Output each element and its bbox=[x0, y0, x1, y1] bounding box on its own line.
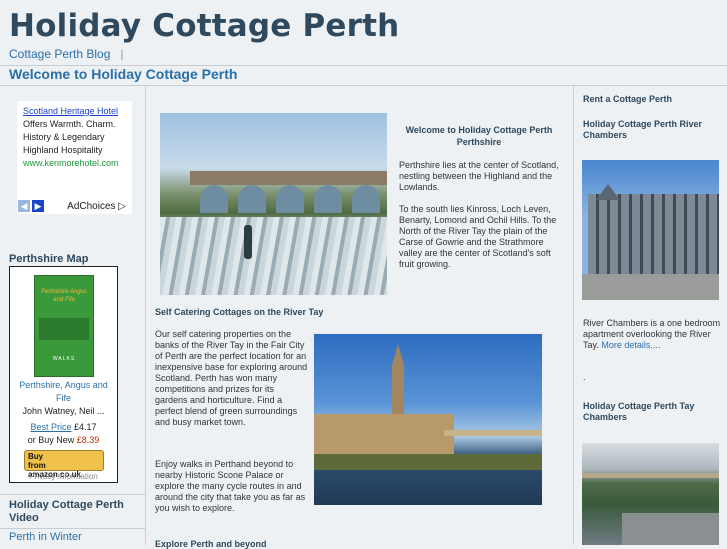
bridge-photo bbox=[160, 113, 387, 295]
book-cover-subtitle: WALKS bbox=[52, 356, 76, 362]
adchoices-icon: ▷ bbox=[118, 201, 126, 212]
book-cover-title: Perthshire Angus and Fife bbox=[41, 289, 87, 303]
chevron-right-icon[interactable]: ▶ bbox=[32, 200, 44, 212]
site-title: Holiday Cottage Perth bbox=[9, 8, 400, 44]
body-paragraph: Our self catering properties on the bank… bbox=[155, 329, 308, 427]
river-tay-photo bbox=[314, 334, 542, 505]
left-sidebar: Scotland Heritage Hotel Offers Warmth. C… bbox=[0, 86, 146, 545]
nav-separator: | bbox=[120, 47, 124, 61]
book-cover-art bbox=[39, 318, 89, 340]
tay-chambers-heading: Holiday Cottage Perth Tay Chambers bbox=[583, 401, 695, 422]
ad-banner[interactable]: Scotland Heritage Hotel Offers Warmth. C… bbox=[17, 101, 132, 214]
best-price-link[interactable]: Best Price bbox=[30, 422, 71, 432]
amazon-book-widget: Perthshire Angus and Fife WALKS Perthshi… bbox=[9, 266, 118, 483]
right-sidebar: Rent a Cottage Perth Holiday Cottage Per… bbox=[573, 86, 727, 545]
explore-heading: Explore Perth and beyond bbox=[155, 539, 267, 549]
body-paragraph: Enjoy walks in Perthand beyond to nearby… bbox=[155, 459, 306, 513]
perth-winter-link[interactable]: Perth in Winter bbox=[0, 528, 146, 545]
river-chambers-photo[interactable] bbox=[582, 160, 719, 300]
section-heading: Self Catering Cottages on the River Tay bbox=[155, 307, 324, 317]
chevron-left-icon[interactable]: ◀ bbox=[18, 200, 30, 212]
intro-paragraph: Perthshire lies at the center of Scotlan… bbox=[399, 160, 559, 192]
adchoices-link[interactable]: AdChoices ▷ bbox=[67, 200, 126, 213]
buy-new-price: £8.39 bbox=[76, 435, 100, 445]
video-heading: Holiday Cottage Perth Video bbox=[0, 494, 146, 529]
buy-from-amazon-button[interactable]: Buy from amazon.co.uk bbox=[24, 450, 104, 479]
map-heading: Perthshire Map bbox=[9, 253, 89, 265]
buy-new: or Buy New £8.39 bbox=[27, 435, 100, 445]
ad-nav: ◀ ▶ bbox=[18, 200, 44, 212]
best-price-value: £4.17 bbox=[74, 422, 97, 432]
ad-line: Offers Warmth. Charm. bbox=[23, 119, 116, 129]
intro-heading: Welcome to Holiday Cottage Perth Perthsh… bbox=[405, 125, 553, 147]
more-details-link[interactable]: More details.... bbox=[601, 340, 660, 350]
nav-link-blog[interactable]: Cottage Perth Blog bbox=[9, 47, 110, 61]
ad-url[interactable]: www.kenmorehotel.com bbox=[23, 157, 126, 170]
book-cover-image[interactable]: Perthshire Angus and Fife WALKS bbox=[34, 275, 94, 377]
page-title: Welcome to Holiday Cottage Perth bbox=[9, 66, 238, 82]
main-content: Welcome to Holiday Cottage Perth Perthsh… bbox=[147, 86, 573, 549]
top-nav: Cottage Perth Blog | bbox=[9, 47, 124, 61]
rent-heading: Rent a Cottage Perth bbox=[583, 94, 673, 104]
tay-chambers-photo[interactable] bbox=[582, 443, 719, 545]
ad-line: History & Legendary bbox=[23, 132, 105, 142]
intro-paragraph: To the south lies Kinross, Loch Leven, B… bbox=[399, 204, 557, 269]
river-chambers-heading: Holiday Cottage Perth River Chambers bbox=[583, 119, 703, 140]
book-title-link[interactable]: Perthshire, Angus and Fife bbox=[12, 379, 115, 405]
separator-dot: . bbox=[583, 372, 586, 382]
river-chambers-text: River Chambers is a one bedroom apartmen… bbox=[583, 318, 721, 350]
book-author: John Watney, Neil ... bbox=[22, 406, 105, 416]
ad-title-link[interactable]: Scotland Heritage Hotel bbox=[23, 105, 126, 118]
ad-line: Highland Hospitality bbox=[23, 145, 103, 155]
privacy-link[interactable]: Privacy Information bbox=[12, 472, 115, 481]
best-price: Best Price £4.17 bbox=[12, 422, 115, 432]
